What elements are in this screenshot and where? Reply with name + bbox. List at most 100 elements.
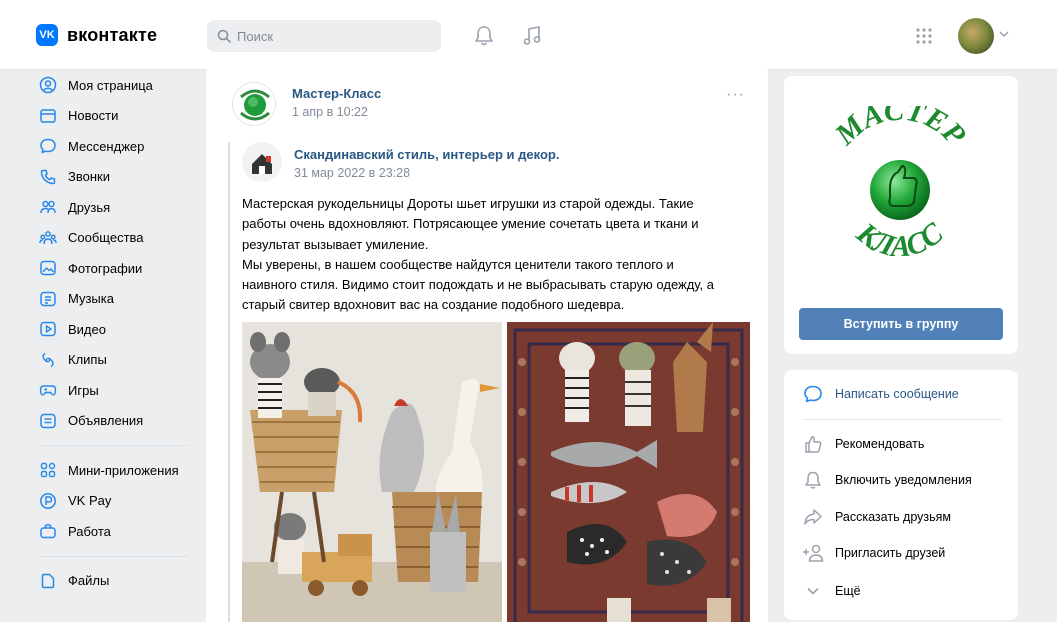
message-icon (802, 383, 824, 405)
notifications-bell-icon[interactable] (472, 24, 496, 48)
sidebar-item-label: Видео (68, 321, 106, 337)
post-text-line: Мастерская рукодельницы Дороты шьет игру… (242, 196, 694, 211)
enable-notifications-action[interactable]: Включить уведомления (802, 468, 972, 492)
post-text-line: старый свитер вдохновит вас на создание … (242, 297, 625, 313)
search-icon (217, 29, 231, 43)
share-with-friends-action[interactable]: Рассказать друзьям (802, 505, 951, 529)
recommend-action[interactable]: Рекомендовать (802, 432, 924, 456)
invite-friends-action[interactable]: Пригласить друзей (802, 541, 945, 565)
apps-grid-icon[interactable] (914, 26, 934, 46)
sidebar-item-briefcase[interactable]: Работа (20, 516, 206, 547)
sidebar-item-gamepad[interactable]: Игры (20, 375, 206, 406)
sidebar-item-label: Клипы (68, 352, 107, 368)
sidebar-item-label: Игры (68, 382, 99, 398)
svg-text:КЛАСС: КЛАСС (850, 216, 950, 263)
user-circle-icon (38, 75, 58, 95)
repost-author-name[interactable]: Скандинавский стиль, интерьер и декор. (294, 147, 559, 162)
share-with-friends-label: Рассказать друзьям (835, 510, 952, 524)
communities-icon (38, 228, 58, 248)
sidebar-item-newspaper[interactable]: Новости (20, 101, 206, 132)
sidebar-divider (38, 555, 188, 557)
sidebar-item-user-circle[interactable]: Моя страница (20, 70, 206, 101)
write-message-label: Написать сообщение (835, 387, 959, 401)
ads-icon (38, 411, 58, 431)
video-icon (38, 319, 58, 339)
sidebar-item-label: Звонки (68, 169, 110, 185)
more-label: Ещё (835, 584, 861, 598)
sidebar-services-group: Мини-приложения VK Pay Работа (20, 455, 206, 547)
post-photo-toys-baskets[interactable] (242, 322, 502, 634)
music-icon (38, 289, 58, 309)
gamepad-icon (38, 380, 58, 400)
post-author-name[interactable]: Мастер-Класс (292, 86, 381, 101)
repost-author-avatar[interactable] (242, 142, 282, 182)
sidebar-item-chat-bubble[interactable]: Мессенджер (20, 131, 206, 162)
photo-icon (38, 258, 58, 278)
post-author-avatar[interactable] (232, 82, 276, 126)
sidebar-files-group: Файлы (20, 566, 206, 597)
friends-icon (38, 197, 58, 217)
sidebar-item-label: Мессенджер (68, 138, 145, 154)
sidebar-divider (38, 445, 188, 446)
left-sidebar: Моя страница Новости Мессенджер Звонки Друзь… (20, 70, 206, 596)
sidebar-main-group: Моя страница Новости Мессенджер Звонки Друзь… (20, 70, 206, 436)
phone-icon (38, 167, 58, 187)
invite-friends-label: Пригласить друзей (835, 546, 946, 560)
sidebar-item-label: Новости (68, 108, 119, 124)
vkpay-icon (38, 491, 58, 511)
post-text-line: наивного стиля. Видимо стоит подождать и… (242, 277, 714, 293)
group-cover-card: МАСТЕР КЛАСС Вступить в группу (784, 76, 1018, 354)
group-logo: МАСТЕР КЛАСС (828, 106, 972, 263)
sidebar-item-label: Музыка (68, 291, 114, 307)
user-avatar[interactable] (958, 18, 994, 54)
sidebar-item-video[interactable]: Видео (20, 314, 206, 345)
top-bar: VK вконтакте (0, 0, 1057, 70)
sidebar-item-phone[interactable]: Звонки (20, 162, 206, 193)
feed-post: Мастер-Класс 1 апр в 10:22 ··· Скандинав… (206, 64, 768, 634)
sidebar-item-label: Объявления (68, 413, 144, 429)
newspaper-icon (38, 106, 58, 126)
sidebar-item-vkpay[interactable]: VK Pay (20, 486, 206, 517)
sidebar-item-clips[interactable]: Клипы (20, 345, 206, 376)
vk-logo[interactable]: VK вконтакте (36, 24, 157, 46)
vk-logo-mark: VK (36, 24, 58, 46)
clips-icon (38, 350, 58, 370)
join-group-button[interactable]: Вступить в группу (799, 308, 1003, 340)
chevron-down-icon (802, 580, 824, 602)
vk-logo-text: вконтакте (67, 24, 158, 45)
invite-icon (802, 542, 824, 564)
sidebar-item-label: Друзья (68, 199, 111, 215)
sidebar-item-label: Работа (68, 523, 111, 539)
briefcase-icon (38, 521, 58, 541)
sidebar-item-friends[interactable]: Друзья (20, 192, 206, 223)
post-text-line: результат вызывает умиление. (242, 236, 429, 252)
sidebar-item-file[interactable]: Файлы (20, 566, 206, 597)
bell-icon (802, 469, 824, 491)
more-options-icon[interactable]: ··· (726, 86, 745, 104)
sidebar-item-music[interactable]: Музыка (20, 284, 206, 315)
recommend-label: Рекомендовать (835, 437, 925, 451)
sidebar-item-communities[interactable]: Сообщества (20, 223, 206, 254)
sidebar-item-label: VK Pay (68, 493, 112, 509)
post-photo-toys-carpet[interactable] (507, 322, 750, 634)
sidebar-item-label: Мини-приложения (68, 462, 179, 478)
more-action[interactable]: Ещё (802, 579, 861, 603)
thumbs-up-icon (802, 433, 824, 455)
mini-apps-icon (38, 460, 58, 480)
write-message-action[interactable]: Написать сообщение (802, 382, 959, 406)
sidebar-item-mini-apps[interactable]: Мини-приложения (20, 455, 206, 486)
post-text: Мастерская рукодельницы Дороты шьет игру… (242, 194, 752, 316)
actions-divider (802, 419, 1002, 420)
post-text-line: работы очень вдохновляют. Потрясающее ум… (242, 216, 699, 232)
music-note-icon[interactable] (520, 24, 544, 48)
enable-notifications-label: Включить уведомления (835, 473, 972, 487)
repost-date[interactable]: 31 мар 2022 в 23:28 (294, 166, 410, 180)
file-icon (38, 571, 58, 591)
search-input[interactable] (237, 28, 427, 44)
post-date[interactable]: 1 апр в 10:22 (292, 105, 368, 119)
sidebar-item-label: Сообщества (68, 230, 144, 246)
sidebar-item-ads[interactable]: Объявления (20, 406, 206, 437)
chevron-down-icon[interactable] (999, 30, 1009, 38)
sidebar-item-photo[interactable]: Фотографии (20, 253, 206, 284)
search-box[interactable] (207, 20, 441, 52)
